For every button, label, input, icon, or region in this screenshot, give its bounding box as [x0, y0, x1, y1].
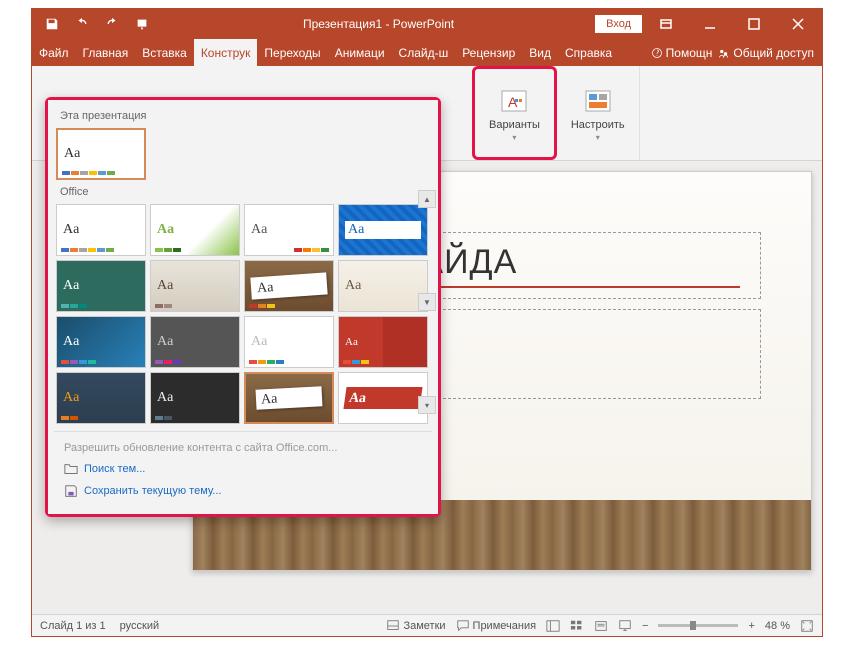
tell-me-label: Помощн — [666, 46, 713, 60]
titlebar: Презентация1 - PowerPoint Вход — [32, 9, 822, 39]
reading-view-button[interactable] — [594, 619, 608, 633]
theme-frame[interactable]: Aa — [338, 372, 428, 424]
ribbon-options-button[interactable] — [646, 10, 686, 38]
variants-icon: A — [498, 85, 530, 117]
fit-to-window-button[interactable] — [800, 619, 814, 633]
tab-animations[interactable]: Анимаци — [328, 39, 392, 66]
dropdown-footer: Разрешить обновление контента с сайта Of… — [54, 431, 432, 508]
tab-view[interactable]: Вид — [522, 39, 558, 66]
share-button[interactable]: Общий доступ — [718, 46, 814, 60]
theme-current[interactable]: Aa — [56, 128, 146, 180]
theme-gallery-hover[interactable]: Aa Галерея — [244, 372, 334, 424]
tell-me-button[interactable]: Помощн — [651, 46, 713, 60]
tab-home[interactable]: Главная — [76, 39, 136, 66]
update-content-link[interactable]: Разрешить обновление контента с сайта Of… — [58, 438, 428, 458]
themes-dropdown: Эта презентация Aa Office Aa Aa Aa Aa Aa… — [45, 97, 441, 517]
theme-gallery[interactable]: Aa — [244, 260, 334, 312]
theme-berlin[interactable]: Aa — [56, 372, 146, 424]
slide-sorter-button[interactable] — [570, 619, 584, 633]
save-button[interactable] — [42, 14, 62, 34]
browse-themes-label: Поиск тем... — [84, 463, 145, 475]
theme-badge[interactable]: Aa — [150, 316, 240, 368]
folder-icon — [64, 462, 78, 476]
save-icon — [64, 484, 78, 498]
theme-dividend[interactable]: Aa — [338, 316, 428, 368]
zoom-in-button[interactable]: + — [748, 620, 754, 632]
browse-themes-link[interactable]: Поиск тем... — [58, 458, 428, 480]
save-theme-label: Сохранить текущую тему... — [84, 485, 221, 497]
customize-label: Настроить — [571, 119, 625, 131]
scroll-expand-button[interactable]: ▾ — [418, 396, 436, 414]
language-indicator[interactable]: русский — [120, 620, 159, 632]
theme-tooltip: Галерея — [276, 422, 332, 424]
theme-office[interactable]: Aa — [56, 204, 146, 256]
scroll-down-button[interactable]: ▼ — [418, 293, 436, 311]
statusbar: Слайд 1 из 1 русский Заметки Примечания … — [32, 614, 822, 636]
theme-integral[interactable]: Aa — [338, 204, 428, 256]
tab-insert[interactable]: Вставка — [135, 39, 194, 66]
theme-wisp[interactable]: Aa — [338, 260, 428, 312]
zoom-slider[interactable] — [658, 624, 738, 627]
theme-facet[interactable]: Aa — [150, 204, 240, 256]
quick-access-toolbar — [32, 14, 162, 34]
notes-button[interactable]: Заметки — [386, 619, 445, 633]
normal-view-button[interactable] — [546, 619, 560, 633]
title-controls: Вход — [595, 10, 822, 38]
theme-basis[interactable]: Aa — [244, 316, 334, 368]
theme-circuit[interactable]: Aa — [150, 372, 240, 424]
theme-slice[interactable]: Aa — [56, 316, 146, 368]
login-button[interactable]: Вход — [595, 15, 642, 33]
scroll-up-button[interactable]: ▲ — [418, 190, 436, 208]
tab-transitions[interactable]: Переходы — [257, 39, 327, 66]
maximize-button[interactable] — [734, 10, 774, 38]
tab-file[interactable]: Файл — [32, 39, 76, 66]
notes-label: Заметки — [403, 620, 445, 632]
ribbon-tabs: Файл Главная Вставка Конструк Переходы А… — [32, 39, 822, 66]
customize-icon — [582, 85, 614, 117]
theme-ion[interactable]: Aa — [56, 260, 146, 312]
variants-group[interactable]: A Варианты ▾ — [472, 66, 557, 160]
comments-button[interactable]: Примечания — [456, 619, 537, 633]
theme-retrospect[interactable]: Aa — [244, 204, 334, 256]
dropdown-scrollbar: ▲ ▼ ▾ — [418, 190, 436, 414]
slide-counter: Слайд 1 из 1 — [40, 620, 106, 632]
window-title: Презентация1 - PowerPoint — [162, 17, 595, 31]
theme-organic[interactable]: Aa — [150, 260, 240, 312]
help-area: Помощн Общий доступ — [651, 39, 822, 66]
section-office: Office — [54, 182, 432, 202]
redo-button[interactable] — [102, 14, 122, 34]
close-button[interactable] — [778, 10, 818, 38]
zoom-value[interactable]: 48 % — [765, 620, 790, 632]
section-this-presentation: Эта презентация — [54, 106, 432, 126]
tab-slideshow[interactable]: Слайд-ш — [392, 39, 456, 66]
customize-group[interactable]: Настроить ▾ — [557, 66, 640, 160]
start-from-beginning-button[interactable] — [132, 14, 152, 34]
comments-label: Примечания — [473, 620, 537, 632]
tab-review[interactable]: Рецензир — [455, 39, 522, 66]
tab-help[interactable]: Справка — [558, 39, 619, 66]
save-theme-link[interactable]: Сохранить текущую тему... — [58, 480, 428, 502]
tab-design[interactable]: Конструк — [194, 39, 258, 66]
share-label: Общий доступ — [733, 46, 814, 60]
zoom-out-button[interactable]: − — [642, 620, 648, 632]
slideshow-view-button[interactable] — [618, 619, 632, 633]
variants-label: Варианты — [489, 119, 540, 131]
minimize-button[interactable] — [690, 10, 730, 38]
undo-button[interactable] — [72, 14, 92, 34]
